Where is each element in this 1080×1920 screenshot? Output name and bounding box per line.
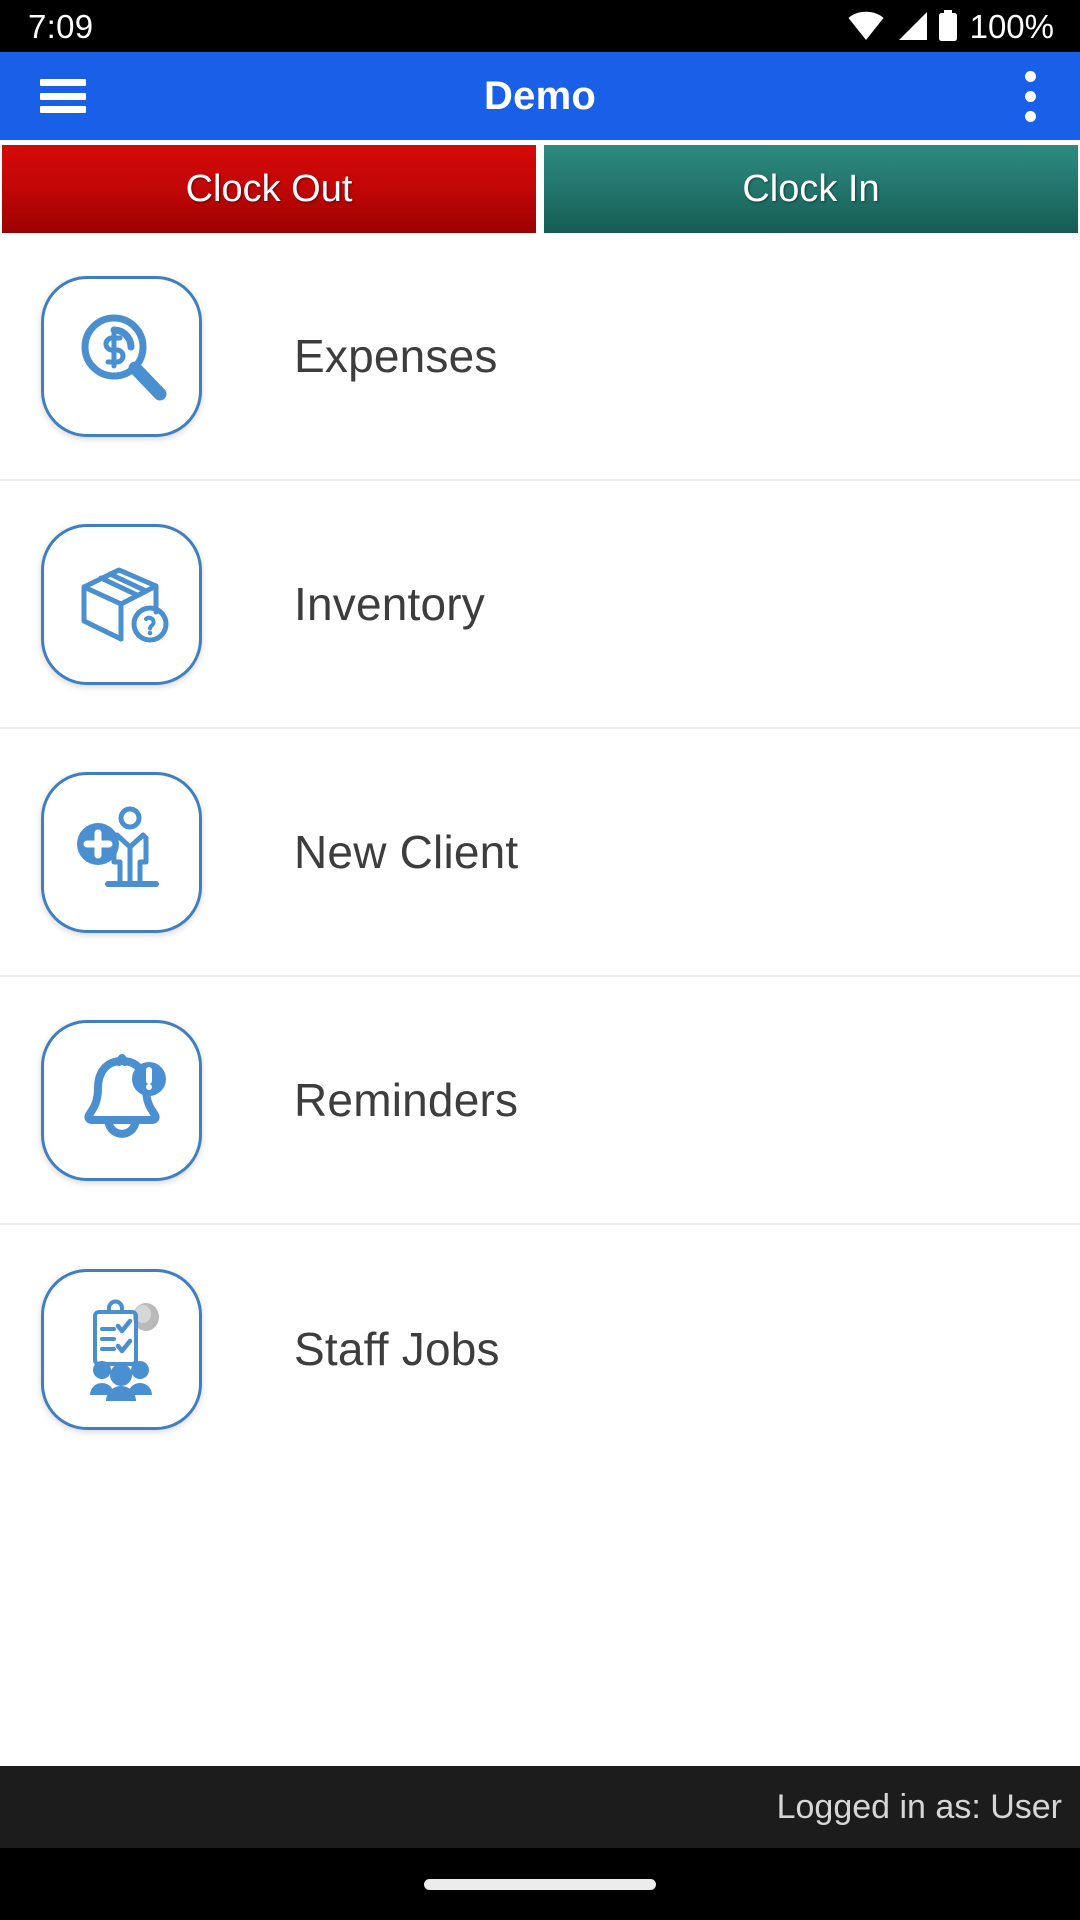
box-question-icon (41, 523, 202, 685)
wifi-icon (847, 11, 885, 41)
list-item-inventory[interactable]: Inventory (0, 481, 1080, 729)
overflow-menu-icon[interactable] (1024, 70, 1036, 122)
status-time: 7:09 (28, 7, 94, 45)
page-title: Demo (484, 73, 596, 118)
magnifier-dollar-icon (41, 275, 202, 437)
list-item-label: Inventory (294, 578, 486, 630)
clock-buttons-row: Clock Out Clock In (0, 140, 1080, 233)
list-item-label: New Client (294, 826, 519, 878)
list-item-staff-jobs[interactable]: Staff Jobs (0, 1225, 1080, 1473)
list-item-reminders[interactable]: Reminders (0, 977, 1080, 1225)
system-navigation-bar (0, 1848, 1080, 1920)
footer-bar: Logged in as: User (0, 1766, 1080, 1848)
cellular-signal-icon (894, 11, 928, 41)
bell-alert-icon (41, 1019, 202, 1181)
logged-in-status: Logged in as: User (776, 1787, 1062, 1826)
battery-percent-label: 100% (969, 7, 1054, 45)
clock-in-button[interactable]: Clock In (544, 145, 1078, 233)
phone-screen: 7:09 100% Demo Clock Out Clock In Expens… (0, 0, 1080, 1920)
clock-out-button[interactable]: Clock Out (2, 145, 536, 233)
list-item-new-client[interactable]: New Client (0, 729, 1080, 977)
menu-list: Expenses Inventory New Client Reminders … (0, 233, 1080, 1766)
battery-icon (937, 10, 959, 42)
list-item-expenses[interactable]: Expenses (0, 233, 1080, 481)
hamburger-menu-icon[interactable] (40, 79, 86, 113)
status-icons-group: 100% (847, 10, 1054, 43)
status-bar: 7:09 100% (0, 0, 1080, 52)
list-item-label: Reminders (294, 1074, 519, 1126)
app-bar: Demo (0, 52, 1080, 140)
list-item-label: Expenses (294, 330, 498, 382)
person-plus-icon (41, 771, 202, 933)
clipboard-people-icon (41, 1268, 202, 1430)
home-indicator[interactable] (424, 1878, 656, 1890)
list-item-label: Staff Jobs (294, 1323, 500, 1375)
